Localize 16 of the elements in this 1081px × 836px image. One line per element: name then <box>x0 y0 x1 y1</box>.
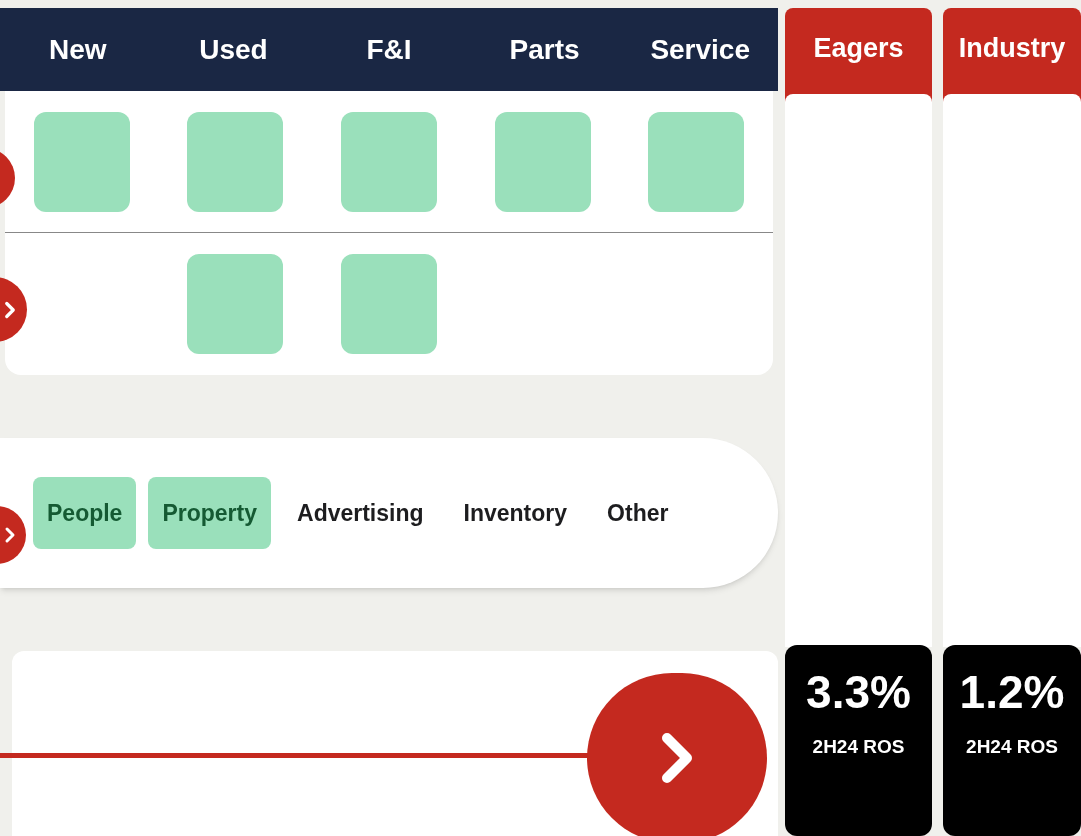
stat-caption: 2H24 ROS <box>966 734 1058 759</box>
stat-value: 3.3% <box>806 668 911 715</box>
category-tag[interactable]: Other <box>593 477 683 550</box>
category-tag[interactable]: Advertising <box>283 477 438 550</box>
stat-caption: 2H24 ROS <box>812 734 905 759</box>
column-heading: Used <box>198 32 269 67</box>
category-tag[interactable]: Property <box>148 477 271 550</box>
column-heading: New <box>48 32 108 67</box>
column-title: Eagers <box>813 32 904 65</box>
stat-value: 1.2% <box>959 668 1065 715</box>
category-tag[interactable]: People <box>33 477 137 550</box>
column-heading: Parts <box>508 32 581 67</box>
column-heading: F&I <box>365 32 413 67</box>
category-tag[interactable]: Inventory <box>449 477 582 550</box>
column-title: Industry <box>958 32 1066 65</box>
column-heading: Service <box>649 32 751 67</box>
